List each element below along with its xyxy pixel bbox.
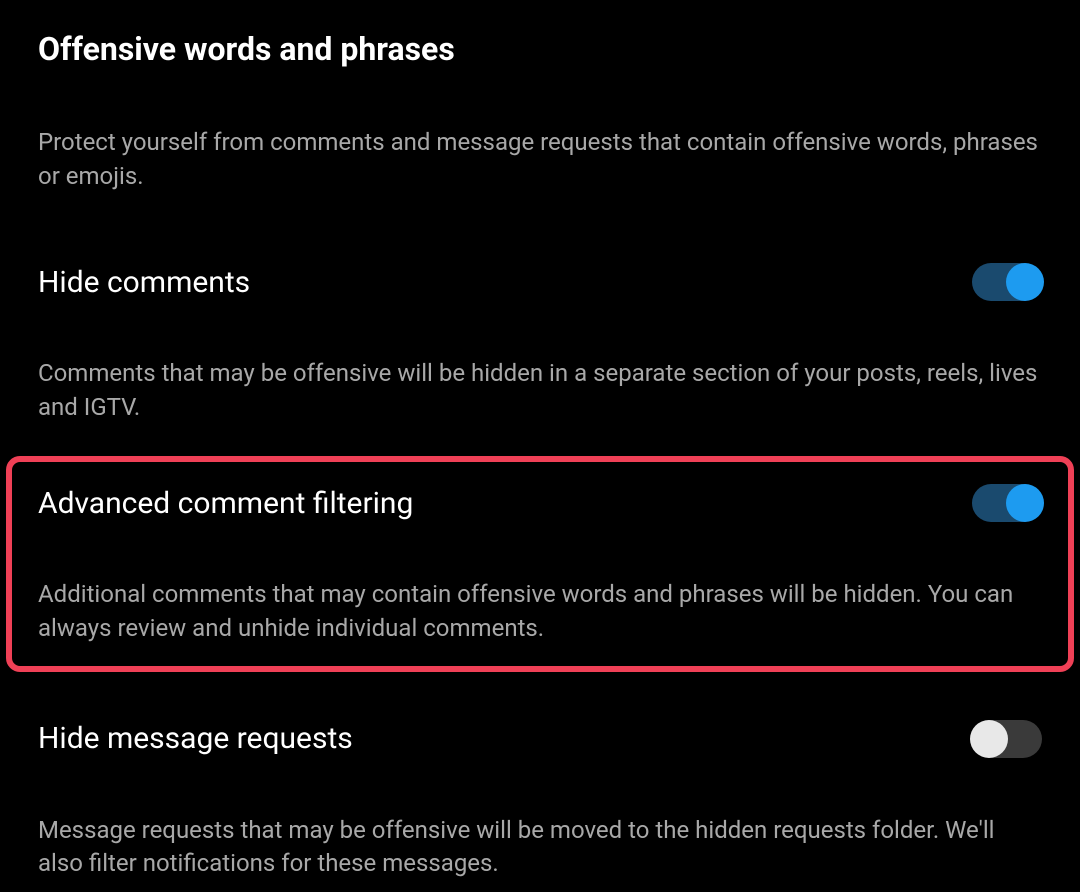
toggle-knob-icon <box>1006 484 1044 522</box>
setting-description-advanced-filtering: Additional comments that may contain off… <box>38 578 1042 645</box>
toggle-knob-icon <box>970 720 1008 758</box>
toggle-hide-comments[interactable] <box>972 263 1042 301</box>
setting-label-hide-messages: Hide message requests <box>38 721 353 756</box>
setting-hide-messages: Hide message requests Message requests t… <box>38 720 1042 881</box>
section-title: Offensive words and phrases <box>38 30 1042 68</box>
setting-row: Hide message requests <box>38 720 1042 758</box>
toggle-advanced-filtering[interactable] <box>972 484 1042 522</box>
setting-label-advanced-filtering: Advanced comment filtering <box>38 486 413 521</box>
section-subtitle: Protect yourself from comments and messa… <box>38 126 1042 193</box>
setting-hide-comments: Hide comments Comments that may be offen… <box>38 263 1042 424</box>
setting-row: Advanced comment filtering <box>38 484 1042 522</box>
toggle-hide-messages[interactable] <box>972 720 1042 758</box>
setting-advanced-filtering-highlighted: Advanced comment filtering Additional co… <box>6 456 1074 671</box>
setting-description-hide-messages: Message requests that may be offensive w… <box>38 814 1042 881</box>
setting-description-hide-comments: Comments that may be offensive will be h… <box>38 357 1042 424</box>
setting-label-hide-comments: Hide comments <box>38 265 250 300</box>
toggle-knob-icon <box>1006 263 1044 301</box>
setting-row: Hide comments <box>38 263 1042 301</box>
